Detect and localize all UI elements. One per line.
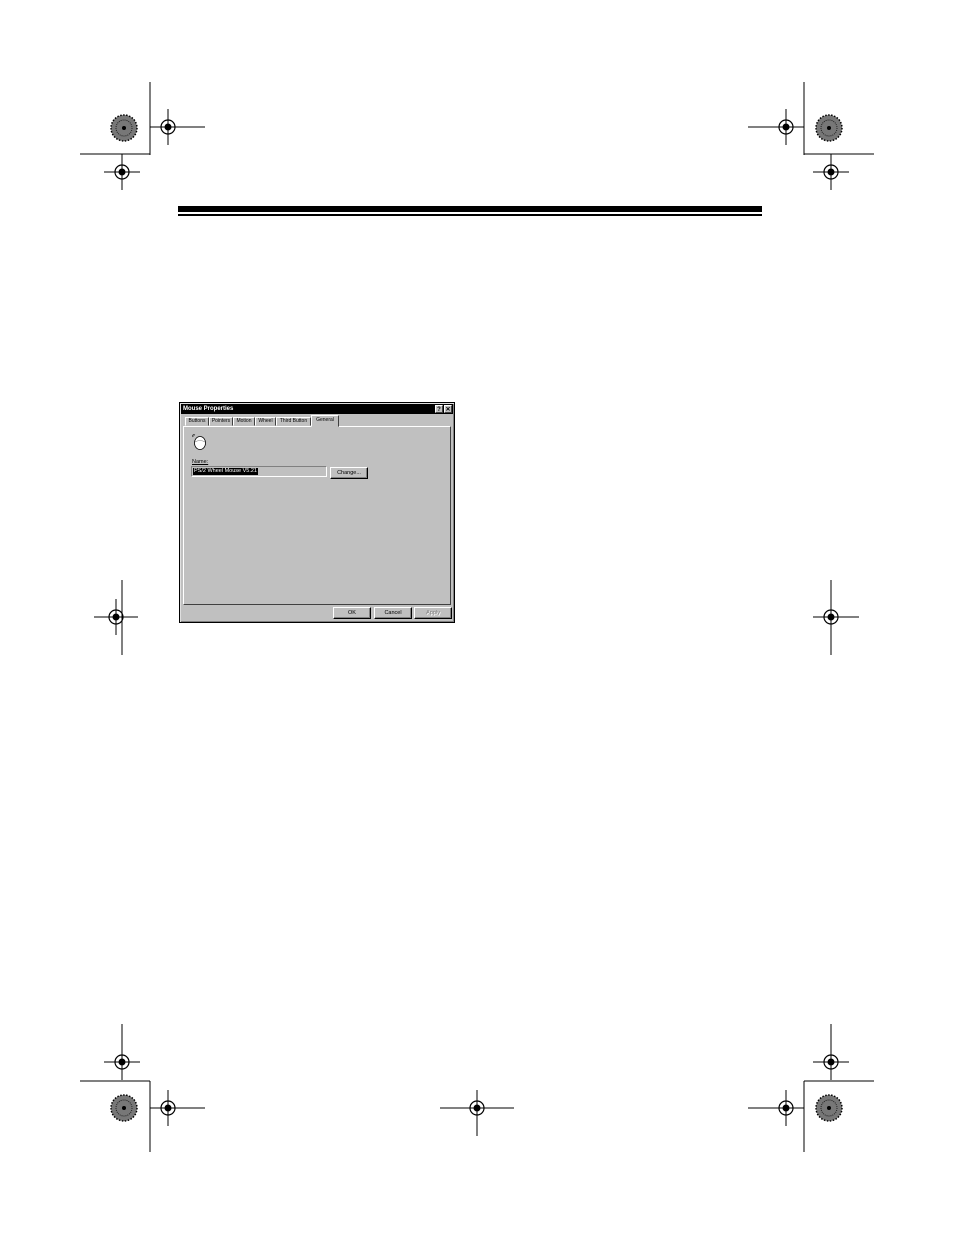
cancel-button[interactable]: Cancel: [374, 607, 412, 619]
crosshair-mark-right-upper: [812, 153, 850, 191]
apply-button[interactable]: Apply: [414, 607, 452, 619]
name-value: PS/2 Wheel Mouse V5.21: [193, 468, 258, 475]
tab-pointers[interactable]: Pointers: [209, 417, 233, 426]
dialog-title: Mouse Properties: [183, 406, 234, 412]
name-field[interactable]: PS/2 Wheel Mouse V5.21: [191, 466, 327, 477]
tab-wheel[interactable]: Wheel: [255, 417, 276, 426]
help-button[interactable]: ?: [435, 405, 443, 413]
mouse-properties-dialog: Mouse Properties ? ✕ Buttons Pointers Mo…: [179, 402, 455, 623]
tab-general[interactable]: General: [311, 415, 339, 427]
starburst-mark-bottom-left: [110, 1094, 138, 1122]
general-tab-panel: Name: PS/2 Wheel Mouse V5.21 Change...: [183, 426, 451, 605]
crosshair-mark-left-upper: [103, 153, 141, 191]
close-button[interactable]: ✕: [444, 405, 452, 413]
tab-motion[interactable]: Motion: [233, 417, 255, 426]
ok-button[interactable]: OK: [333, 607, 371, 619]
registration-marks: [80, 82, 874, 1152]
dialog-titlebar[interactable]: Mouse Properties ? ✕: [181, 404, 453, 414]
tab-buttons[interactable]: Buttons: [185, 417, 209, 426]
name-label: Name:: [192, 459, 209, 465]
tab-third-button[interactable]: Third Button: [276, 417, 311, 426]
starburst-mark-top-right: [815, 114, 843, 142]
change-button[interactable]: Change...: [330, 467, 368, 479]
starburst-mark-bottom-right: [815, 1094, 843, 1122]
starburst-mark-top-left: [110, 114, 138, 142]
mouse-icon: [192, 434, 206, 450]
